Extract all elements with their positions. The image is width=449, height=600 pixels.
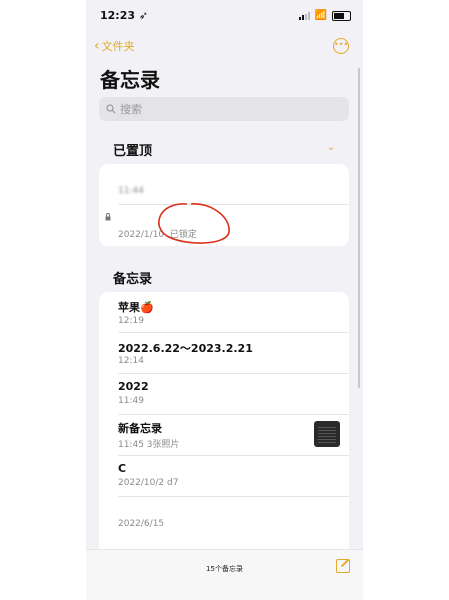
search-icon bbox=[106, 104, 116, 114]
pinned-card: 11:44 2022/1/10 已锁定 bbox=[99, 164, 349, 246]
list-item[interactable]: 新备忘录 11:45 3张照片 bbox=[99, 415, 349, 455]
page-title: 备忘录 bbox=[100, 68, 160, 92]
search-input[interactable]: 搜索 bbox=[99, 97, 349, 121]
note-title: 2022.6.22～2023.2.21 bbox=[118, 342, 253, 355]
note-title: 苹果🍎 bbox=[118, 301, 154, 314]
status-time: 12:23 ➶ bbox=[100, 9, 149, 22]
note-meta: 2022/6/15 bbox=[118, 519, 165, 529]
pinned-header[interactable]: 已置顶 bbox=[113, 140, 152, 159]
search-placeholder: 搜索 bbox=[120, 103, 142, 116]
list-item[interactable]: 2022/6/15 bbox=[99, 497, 349, 537]
notes-list: 苹果🍎 12:19 2022.6.22～2023.2.21 12:14 2022… bbox=[99, 292, 349, 550]
photo-thumbnail bbox=[314, 421, 340, 447]
note-title: 2022 bbox=[118, 380, 149, 393]
status-icons: 📶 bbox=[298, 10, 351, 21]
note-meta: 2022/10/2 d7 bbox=[118, 478, 179, 488]
list-item[interactable]: C 2022/10/2 d7 bbox=[99, 456, 349, 496]
back-button[interactable]: ‹ 文件夹 bbox=[94, 38, 135, 54]
note-meta: 11:45 3张照片 bbox=[118, 440, 180, 450]
note-title: 新备忘录 bbox=[118, 422, 162, 435]
compose-icon[interactable] bbox=[336, 559, 350, 573]
list-item[interactable]: 2022.6.22～2023.2.21 12:14 bbox=[99, 333, 349, 373]
scrollbar[interactable] bbox=[358, 68, 360, 388]
back-label: 文件夹 bbox=[101, 40, 135, 53]
more-icon[interactable]: ••• bbox=[333, 38, 349, 54]
bottom-toolbar: 15个备忘录 bbox=[86, 549, 363, 600]
note-title: C bbox=[118, 462, 127, 475]
wifi-icon: 📶 bbox=[314, 10, 327, 21]
notes-header: 备忘录 bbox=[113, 272, 153, 287]
notes-app-screen: 12:23 ➶ 📶 ‹ 文件夹 ••• 备忘录 搜索 已置顶 ⌄ 11:44 2… bbox=[86, 0, 363, 600]
note-meta: 12:19 bbox=[118, 316, 144, 326]
chevron-left-icon: ‹ bbox=[94, 38, 100, 54]
status-bar: 12:23 ➶ 📶 bbox=[100, 9, 351, 25]
note-meta: 12:14 bbox=[118, 356, 144, 366]
red-annotation-scribble bbox=[158, 203, 230, 244]
signal-icon bbox=[298, 11, 310, 20]
list-item[interactable]: 2022 11:49 bbox=[99, 374, 349, 414]
note-meta: 11:49 bbox=[118, 396, 144, 406]
list-item[interactable]: 苹果🍎 12:19 bbox=[99, 292, 349, 332]
chevron-down-icon[interactable]: ⌄ bbox=[327, 142, 335, 153]
navigation-bar: ‹ 文件夹 ••• bbox=[94, 38, 349, 56]
note-count: 15个备忘录 bbox=[206, 565, 243, 573]
battery-icon bbox=[332, 10, 351, 21]
